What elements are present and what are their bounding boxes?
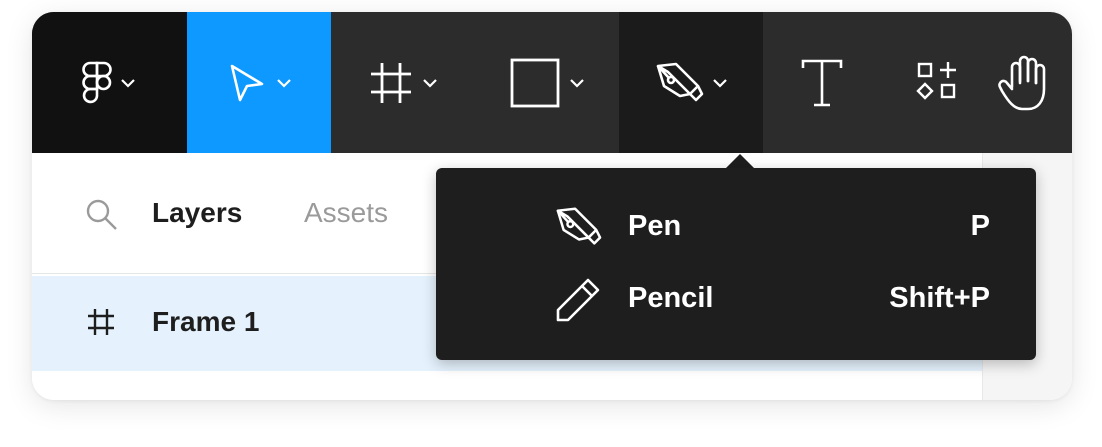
figma-logo-icon (82, 61, 113, 103)
tab-layers[interactable]: Layers (152, 197, 242, 229)
move-arrow-icon (230, 64, 264, 101)
pen-tool-dropdown: Pen P Pencil Shift+P (436, 168, 1036, 360)
pen-nib-icon (556, 207, 602, 245)
resources-tool-button[interactable] (882, 12, 992, 153)
frame-tool-button[interactable] (331, 12, 475, 153)
menu-item-pencil[interactable]: Pencil Shift+P (436, 264, 1036, 334)
pen-tool-button[interactable] (618, 12, 763, 153)
chevron-down-icon[interactable] (422, 78, 438, 88)
chevron-down-icon[interactable] (569, 78, 585, 88)
text-tool-button[interactable] (763, 12, 883, 153)
menu-item-pen[interactable]: Pen P (436, 192, 1036, 262)
rectangle-icon (510, 58, 560, 107)
frame-hash-icon (88, 309, 114, 335)
menu-item-shortcut: P (970, 210, 990, 242)
main-menu-button[interactable] (32, 12, 187, 153)
tab-assets[interactable]: Assets (304, 197, 388, 229)
move-tool-button[interactable] (186, 12, 332, 153)
hand-tool-button[interactable] (992, 12, 1072, 153)
menu-item-label: Pencil (628, 282, 714, 314)
frame-hash-icon (371, 62, 412, 103)
pen-nib-icon (656, 62, 704, 101)
toolbar (32, 12, 1072, 153)
menu-item-label: Pen (628, 210, 682, 242)
chevron-down-icon[interactable] (712, 78, 728, 88)
resources-shapes-icon (916, 61, 957, 100)
menu-item-shortcut: Shift+P (889, 282, 990, 314)
dropdown-caret (726, 154, 754, 168)
layer-label: Frame 1 (152, 306, 260, 337)
shape-tool-button[interactable] (475, 12, 619, 153)
text-T-icon (802, 59, 843, 106)
pencil-icon (556, 278, 600, 322)
search-icon[interactable] (84, 197, 120, 233)
chevron-down-icon[interactable] (120, 78, 136, 88)
chevron-down-icon[interactable] (276, 78, 292, 88)
hand-icon (998, 55, 1046, 110)
